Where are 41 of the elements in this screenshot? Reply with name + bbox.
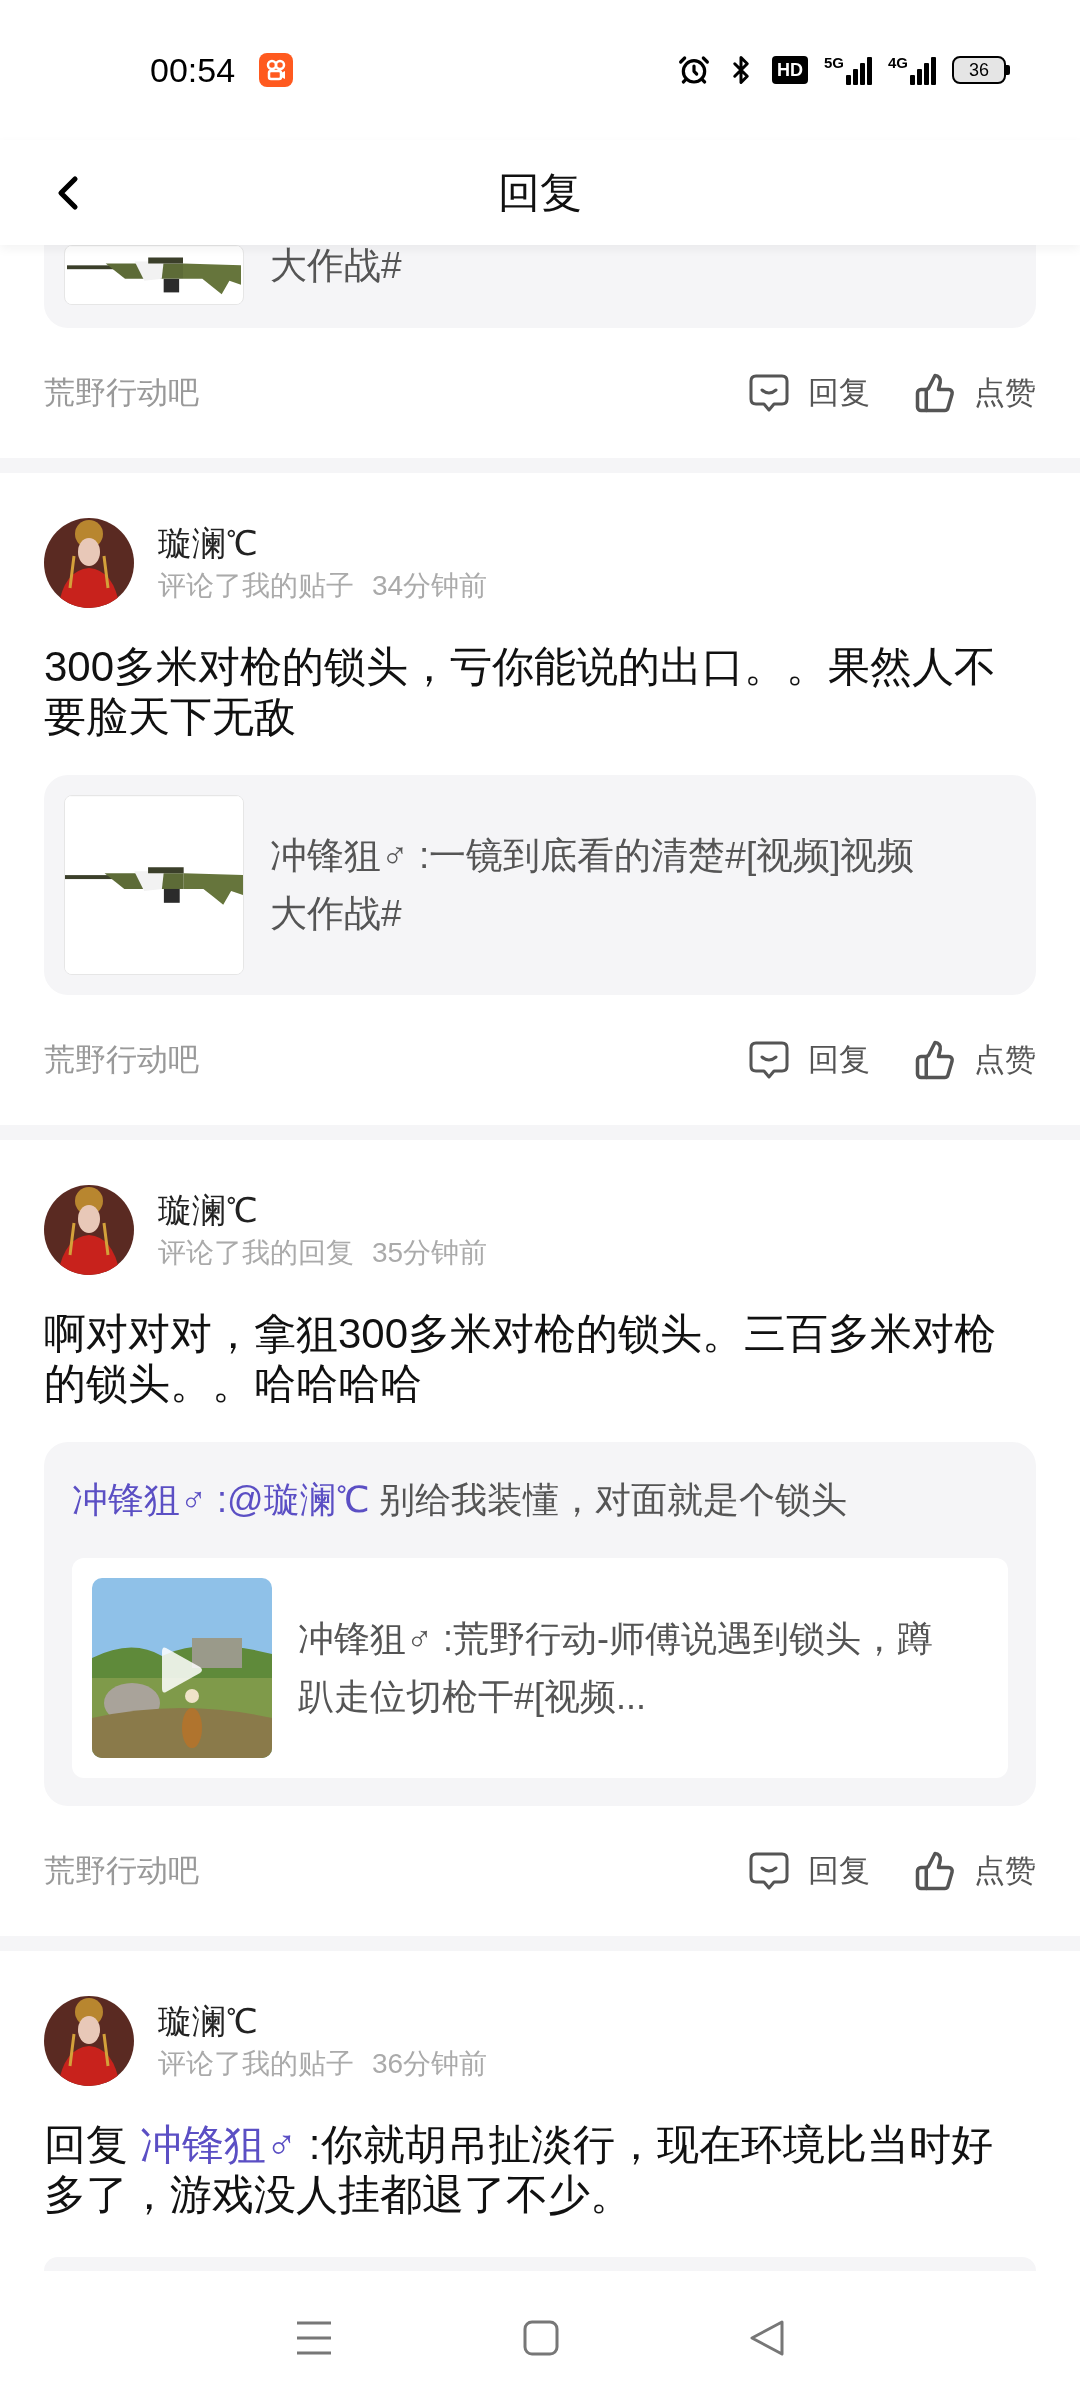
back-nav-icon[interactable] bbox=[749, 2318, 785, 2357]
activity-label: 评论了我的贴子 bbox=[158, 2047, 354, 2081]
like-button[interactable]: 点赞 bbox=[914, 1036, 1036, 1084]
mention-link[interactable]: 冲锋狙♂ bbox=[139, 2121, 298, 2168]
comment-text: 回复 冲锋狙♂ :你就胡吊扯淡行，现在环境比当时好多了，游戏没人挂都退了不少。 bbox=[43, 2120, 994, 2220]
like-button[interactable]: 点赞 bbox=[914, 1847, 1036, 1895]
quoted-comment-text: 冲锋狙♂ :@璇澜℃ 别给我装懂，对面就是个锁头 bbox=[72, 1478, 848, 1522]
user-name[interactable]: 璇澜℃ bbox=[158, 1998, 488, 2044]
comment-text: 300多米对枪的锁头，亏你能说的出口。。果然人不要脸天下无敌 bbox=[43, 642, 998, 742]
comment-text: 啊对对对，拿狙300多米对枪的锁头。三百多米对枪的锁头。。哈哈哈哈 bbox=[43, 1309, 998, 1409]
comment-icon bbox=[748, 1039, 790, 1081]
user-name[interactable]: 璇澜℃ bbox=[158, 1187, 488, 1233]
thumbs-up-icon bbox=[914, 1039, 956, 1081]
activity-label: 评论了我的回复 bbox=[158, 1236, 354, 1270]
alarm-icon bbox=[677, 54, 710, 86]
activity-label: 评论了我的贴子 bbox=[158, 569, 354, 603]
clock-time: 00:54 bbox=[150, 49, 236, 91]
hd-badge: HD bbox=[771, 56, 808, 84]
home-icon[interactable] bbox=[523, 2319, 559, 2356]
quoted-post-text: 大作战# bbox=[270, 245, 402, 288]
thumbs-up-icon bbox=[914, 372, 956, 414]
quoted-post-text: 冲锋狙♂ :荒野行动-师傅说遇到锁头，蹲趴走位切枪干#[视频... bbox=[298, 1617, 934, 1719]
reply-button[interactable]: 回复 bbox=[748, 1036, 870, 1084]
quoted-post-card[interactable]: 冲锋狙♂ :一镜到底看的清楚#[视频]视频大作战# bbox=[44, 775, 1036, 995]
quoted-comment-card[interactable]: 冲锋狙♂ :@璇澜℃ 别给我装懂，对面就是个锁头 冲锋狙♂ :荒野行动-师傅说遇到锁头，蹲趴走位切枪干#[视频... bbox=[44, 1442, 1036, 1806]
like-button[interactable]: 点赞 bbox=[914, 369, 1036, 417]
comment-icon bbox=[748, 372, 790, 414]
thumbs-up-icon bbox=[914, 1850, 956, 1892]
timestamp: 34分钟前 bbox=[372, 569, 488, 603]
quoted-post-card[interactable]: 冲锋狙♂ :荒野行动-师傅说遇到锁头，蹲趴走位切枪干#[视频... bbox=[72, 1558, 1008, 1778]
timestamp: 36分钟前 bbox=[372, 2047, 488, 2081]
app-notification-icon bbox=[259, 53, 294, 87]
reply-button[interactable]: 回复 bbox=[748, 369, 870, 417]
user-name[interactable]: 璇澜℃ bbox=[158, 520, 488, 566]
page-title: 回复 bbox=[498, 168, 582, 218]
menu-icon[interactable] bbox=[295, 2319, 333, 2356]
quoted-post-card[interactable]: 大作战# bbox=[44, 245, 1036, 328]
quoted-post-text: 冲锋狙♂ :一镜到底看的清楚#[视频]视频大作战# bbox=[270, 834, 916, 936]
comment-icon bbox=[748, 1850, 790, 1892]
reply-button[interactable]: 回复 bbox=[748, 1847, 870, 1895]
timestamp: 35分钟前 bbox=[372, 1236, 488, 1270]
